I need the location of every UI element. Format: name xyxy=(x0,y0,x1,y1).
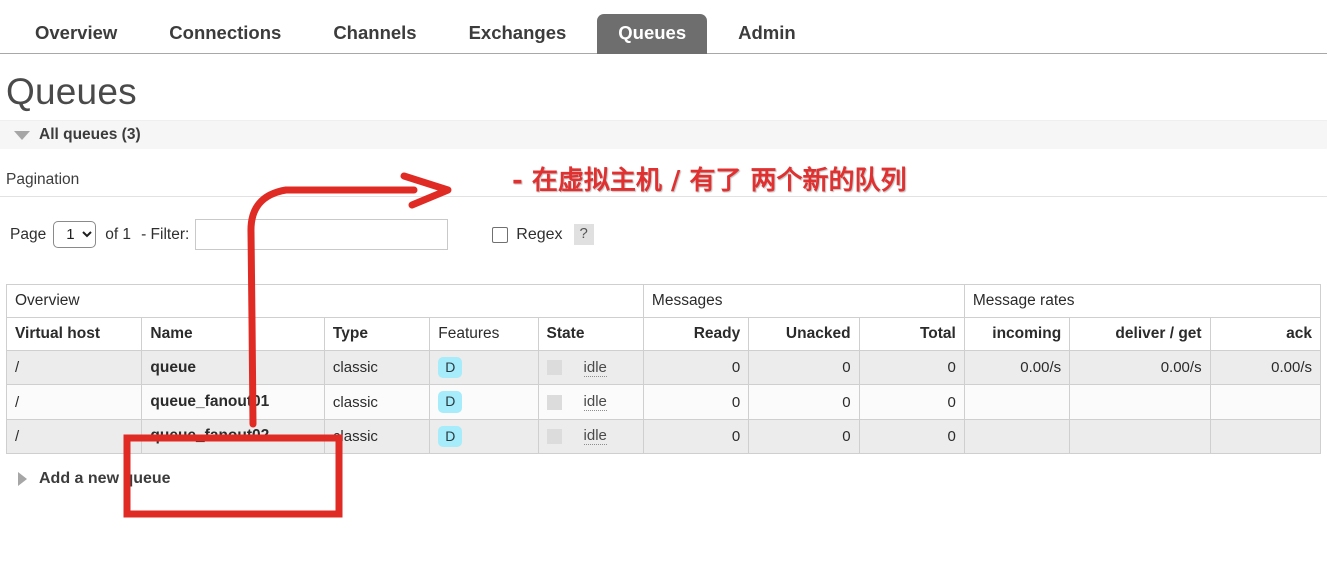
durable-badge: D xyxy=(438,357,463,379)
cell-state: idle xyxy=(537,349,644,386)
regex-checkbox[interactable] xyxy=(492,226,509,243)
all-queues-section-toggle[interactable]: All queues (3) xyxy=(0,120,1327,149)
nav-tab-list: Overview Connections Channels Exchanges … xyxy=(14,0,1327,54)
nav-tab-admin[interactable]: Admin xyxy=(717,14,817,54)
durable-badge: D xyxy=(438,425,463,448)
cell-deliver-get xyxy=(1069,384,1211,420)
queues-table-container: Overview Messages Message rates Virtual … xyxy=(0,250,1327,455)
cell-ready: 0 xyxy=(642,349,750,386)
cell-deliver-get: 0.00/s xyxy=(1069,349,1211,386)
page-label: Page xyxy=(10,225,47,243)
group-header-message-rates: Message rates xyxy=(963,284,1322,318)
column-header-virtual-host[interactable]: Virtual host xyxy=(5,317,143,351)
table-column-header-row: Virtual host Name Type Features State Re… xyxy=(5,317,1322,351)
cell-virtual-host: / xyxy=(5,349,143,386)
page-title: Queues xyxy=(6,71,137,112)
column-header-incoming[interactable]: incoming xyxy=(963,317,1071,351)
state-swatch-icon xyxy=(546,428,562,444)
main-navigation: Overview Connections Channels Exchanges … xyxy=(0,0,1327,54)
cell-unacked: 0 xyxy=(748,384,860,420)
pagination-controls: Page 1 of 1 - Filter: Regex ? xyxy=(0,197,1327,250)
column-header-ready[interactable]: Ready xyxy=(642,317,750,351)
table-row[interactable]: / queue_fanout01 classic D idle 0 0 0 xyxy=(5,384,1322,420)
cell-ready: 0 xyxy=(642,418,750,455)
cell-unacked: 0 xyxy=(748,349,860,386)
cell-state: idle xyxy=(537,418,644,455)
cell-unacked: 0 xyxy=(748,418,860,455)
column-header-ack[interactable]: ack xyxy=(1209,317,1322,351)
page-select[interactable]: 1 xyxy=(53,221,97,248)
cell-total: 0 xyxy=(858,349,965,386)
cell-features: D xyxy=(429,349,539,386)
cell-ready: 0 xyxy=(642,384,750,420)
regex-option: Regex ? xyxy=(492,224,594,245)
filter-input[interactable] xyxy=(195,219,449,250)
state-label: idle xyxy=(583,427,607,446)
cell-total: 0 xyxy=(858,384,965,420)
add-queue-section-toggle[interactable]: Add a new queue xyxy=(0,454,1327,488)
state-label: idle xyxy=(583,358,607,377)
chevron-down-icon xyxy=(14,130,30,140)
page-total-label: of 1 xyxy=(105,225,132,243)
column-header-total[interactable]: Total xyxy=(858,317,965,351)
cell-incoming: 0.00/s xyxy=(963,349,1071,386)
cell-ack xyxy=(1209,418,1322,455)
cell-deliver-get xyxy=(1069,418,1211,455)
cell-queue-name[interactable]: queue_fanout02 xyxy=(141,418,325,455)
cell-type: classic xyxy=(323,349,431,386)
cell-features: D xyxy=(429,384,539,420)
table-group-header-row: Overview Messages Message rates xyxy=(6,284,1322,318)
annotation-text: - 在虚拟主机 / 有了 两个新的队列 xyxy=(512,166,907,196)
table-row[interactable]: / queue_fanout02 classic D idle 0 0 0 xyxy=(5,418,1322,455)
column-header-unacked[interactable]: Unacked xyxy=(748,317,860,351)
cell-type: classic xyxy=(323,418,431,455)
column-header-name[interactable]: Name xyxy=(141,317,325,351)
cell-virtual-host: / xyxy=(5,384,143,420)
regex-label: Regex xyxy=(516,225,563,243)
cell-total: 0 xyxy=(858,418,965,455)
cell-state: idle xyxy=(537,384,644,420)
nav-tab-overview[interactable]: Overview xyxy=(14,14,138,54)
column-header-state[interactable]: State xyxy=(537,317,644,351)
nav-tab-exchanges[interactable]: Exchanges xyxy=(448,14,588,54)
queues-table: Overview Messages Message rates Virtual … xyxy=(5,284,1322,455)
nav-tab-channels[interactable]: Channels xyxy=(312,14,437,54)
regex-help-button[interactable]: ? xyxy=(573,224,594,245)
all-queues-label: All queues (3) xyxy=(39,126,141,143)
queues-page: Overview Connections Channels Exchanges … xyxy=(0,0,1327,567)
cell-queue-name[interactable]: queue xyxy=(141,349,325,386)
cell-incoming xyxy=(963,384,1071,420)
cell-features: D xyxy=(429,418,539,455)
cell-ack xyxy=(1209,384,1322,420)
cell-virtual-host: / xyxy=(5,418,143,455)
column-header-type[interactable]: Type xyxy=(323,317,431,351)
nav-tab-queues[interactable]: Queues xyxy=(597,13,708,54)
table-row[interactable]: / queue classic D idle 0 0 0 0.00/s 0.00… xyxy=(5,349,1322,386)
cell-queue-name[interactable]: queue_fanout01 xyxy=(141,384,325,420)
state-swatch-icon xyxy=(546,360,562,376)
column-header-features: Features xyxy=(429,317,539,351)
nav-tab-connections[interactable]: Connections xyxy=(148,14,302,54)
cell-ack: 0.00/s xyxy=(1209,349,1322,386)
filter-label: - Filter: xyxy=(141,225,190,243)
add-queue-label: Add a new queue xyxy=(39,470,171,488)
durable-badge: D xyxy=(438,391,463,413)
state-swatch-icon xyxy=(546,394,562,410)
cell-incoming xyxy=(963,418,1071,455)
cell-type: classic xyxy=(323,384,431,420)
group-header-overview: Overview xyxy=(6,284,644,318)
column-header-deliver-get[interactable]: deliver / get xyxy=(1069,317,1211,351)
chevron-right-icon xyxy=(18,472,27,487)
group-header-messages: Messages xyxy=(642,284,965,318)
state-label: idle xyxy=(583,393,607,412)
